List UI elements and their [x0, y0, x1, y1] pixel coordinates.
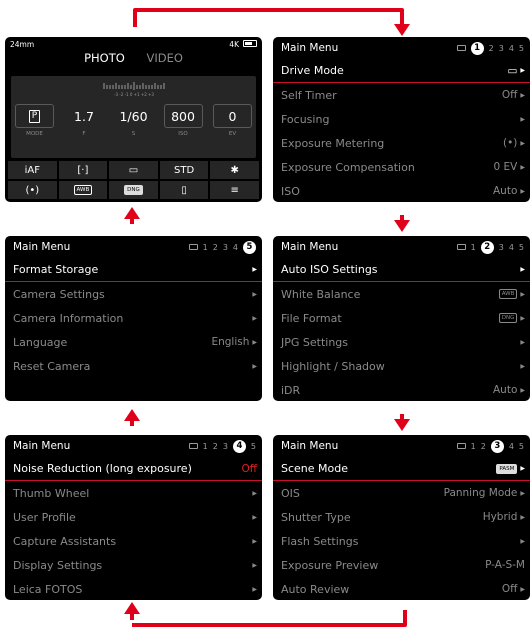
menu-item-scene-mode[interactable]: Scene Mode PASM ▶ [273, 457, 530, 481]
sensor-icon[interactable]: ✱ [210, 161, 259, 179]
film-style-icon[interactable]: STD [159, 161, 209, 179]
menu-item-jpg-settings[interactable]: JPG Settings ▶ [273, 330, 530, 354]
svg-text:-3 -2 -1 0 +1 +2 +3: -3 -2 -1 0 +1 +2 +3 [114, 92, 154, 97]
dng-icon: DNG [498, 313, 518, 323]
menu-item-user-profile[interactable]: User Profile ▶ [5, 505, 262, 529]
menu-item-language[interactable]: Language English ▶ [5, 330, 262, 354]
camera-page-icon [188, 443, 198, 449]
metering-icon: (•) [502, 137, 518, 149]
menu-item-reset-camera[interactable]: Reset Camera ▶ [5, 354, 262, 378]
phone-icon[interactable]: ▯ [159, 181, 209, 199]
photo-status-screen: 24mm 4K PHOTO VIDEO -3 -2 -1 0 +1 +2 +3 … [5, 37, 262, 202]
arrow-head-page4-up [124, 602, 140, 614]
metering-icon[interactable]: (•) [8, 181, 57, 199]
arrow-head-page1-to-2 [394, 220, 410, 232]
camera-page-icon [456, 443, 466, 449]
mode-param[interactable]: P MODE [15, 104, 54, 137]
arrow-head-page2-to-3 [394, 419, 410, 431]
menu-item-capture-assistants[interactable]: Capture Assistants ▶ [5, 529, 262, 553]
menu-icon[interactable]: ≡ [210, 181, 259, 199]
menu-item-exposure-preview[interactable]: Exposure Preview P-A-S-M [273, 553, 530, 577]
page-indicator: 1 2 3 4 5 [456, 41, 524, 55]
battery-icon [243, 39, 257, 47]
arrow-head-page5-up [124, 409, 140, 421]
exposure-panel: -3 -2 -1 0 +1 +2 +3 P MODE 1.7 F 1/60 S … [11, 76, 256, 158]
menu-item-auto-review[interactable]: Auto Review Off ▶ [273, 577, 530, 600]
menu-item-auto-iso-settings[interactable]: Auto ISO Settings ▶ [273, 258, 530, 282]
menu-item-thumb-wheel[interactable]: Thumb Wheel ▶ [5, 481, 262, 505]
menu-page-4: Main Menu 1 2 3 4 5 Noise Reduction (lon… [5, 435, 262, 600]
ev-param[interactable]: 0 EV [213, 104, 252, 137]
tab-video[interactable]: VIDEO [146, 51, 182, 65]
menu-title: Main Menu [281, 42, 339, 54]
menu-item-iso[interactable]: ISO Auto ▶ [273, 179, 530, 202]
menu-item-idr[interactable]: iDR Auto ▶ [273, 378, 530, 401]
camera-page-icon [456, 45, 466, 51]
camera-page-icon [188, 244, 198, 250]
page-indicator: 1 2 3 4 5 [188, 240, 256, 254]
aperture-param[interactable]: 1.7 F [65, 104, 104, 138]
menu-item-noise-reduction[interactable]: Noise Reduction (long exposure) Off [5, 457, 262, 481]
white-balance-icon[interactable]: AWB [58, 181, 108, 199]
menu-item-camera-information[interactable]: Camera Information ▶ [5, 306, 262, 330]
menu-title: Main Menu [281, 241, 339, 253]
menu-item-highlight-shadow[interactable]: Highlight / Shadow ▶ [273, 354, 530, 378]
menu-item-shutter-type[interactable]: Shutter Type Hybrid ▶ [273, 505, 530, 529]
menu-item-file-format[interactable]: File Format DNG ▶ [273, 306, 530, 330]
file-format-icon[interactable]: DNG [109, 181, 158, 199]
awb-icon: AWB [498, 289, 518, 299]
menu-title: Main Menu [281, 440, 339, 452]
drive-mode-icon[interactable]: ▭ [109, 161, 158, 179]
menu-item-format-storage[interactable]: Format Storage ▶ [5, 258, 262, 282]
page-indicator: 1 2 3 4 5 [456, 240, 524, 254]
menu-page-5: Main Menu 1 2 3 4 5 Format Storage ▶ Came… [5, 236, 262, 401]
camera-page-icon [456, 244, 466, 250]
iso-param[interactable]: 800 ISO [163, 104, 203, 137]
menu-item-exposure-metering[interactable]: Exposure Metering (•) ▶ [273, 131, 530, 155]
menu-item-drive-mode[interactable]: Drive Mode ▭ ▶ [273, 59, 530, 83]
resolution-badge: 4K [229, 39, 239, 49]
arrow-head-photo-up [124, 207, 140, 219]
shutter-param[interactable]: 1/60 S [114, 104, 153, 138]
af-mode-icon[interactable]: iAF [8, 161, 57, 179]
tab-photo[interactable]: PHOTO [84, 51, 125, 65]
menu-item-self-timer[interactable]: Self Timer Off ▶ [273, 83, 530, 107]
ev-scale-icon: -3 -2 -1 0 +1 +2 +3 [103, 82, 165, 97]
pasm-icon: PASM [496, 463, 518, 474]
menu-item-focusing[interactable]: Focusing ▶ [273, 107, 530, 131]
menu-item-flash-settings[interactable]: Flash Settings ▶ [273, 529, 530, 553]
focus-field-icon[interactable]: [·] [58, 161, 108, 179]
page-indicator: 1 2 3 4 5 [188, 439, 256, 453]
drive-mode-icon: ▭ [507, 64, 518, 77]
menu-page-2: Main Menu 1 2 3 4 5 Auto ISO Settings ▶ W… [273, 236, 530, 401]
menu-title: Main Menu [13, 440, 71, 452]
menu-item-white-balance[interactable]: White Balance AWB ▶ [273, 282, 530, 306]
menu-item-leica-fotos[interactable]: Leica FOTOS ▶ [5, 577, 262, 600]
menu-page-1: Main Menu 1 2 3 4 5 Drive Mode ▭ ▶ Self Ti… [273, 37, 530, 202]
arrow-head-right-down [394, 24, 410, 36]
menu-title: Main Menu [13, 241, 71, 253]
focal-length: 24mm [10, 39, 35, 49]
page-indicator: 1 2 3 4 5 [456, 439, 524, 453]
menu-item-ois[interactable]: OIS Panning Mode ▶ [273, 481, 530, 505]
menu-page-3: Main Menu 1 2 3 4 5 Scene Mode PASM ▶ OIS P… [273, 435, 530, 600]
menu-item-exposure-compensation[interactable]: Exposure Compensation 0 EV ▶ [273, 155, 530, 179]
menu-item-display-settings[interactable]: Display Settings ▶ [5, 553, 262, 577]
menu-item-camera-settings[interactable]: Camera Settings ▶ [5, 282, 262, 306]
